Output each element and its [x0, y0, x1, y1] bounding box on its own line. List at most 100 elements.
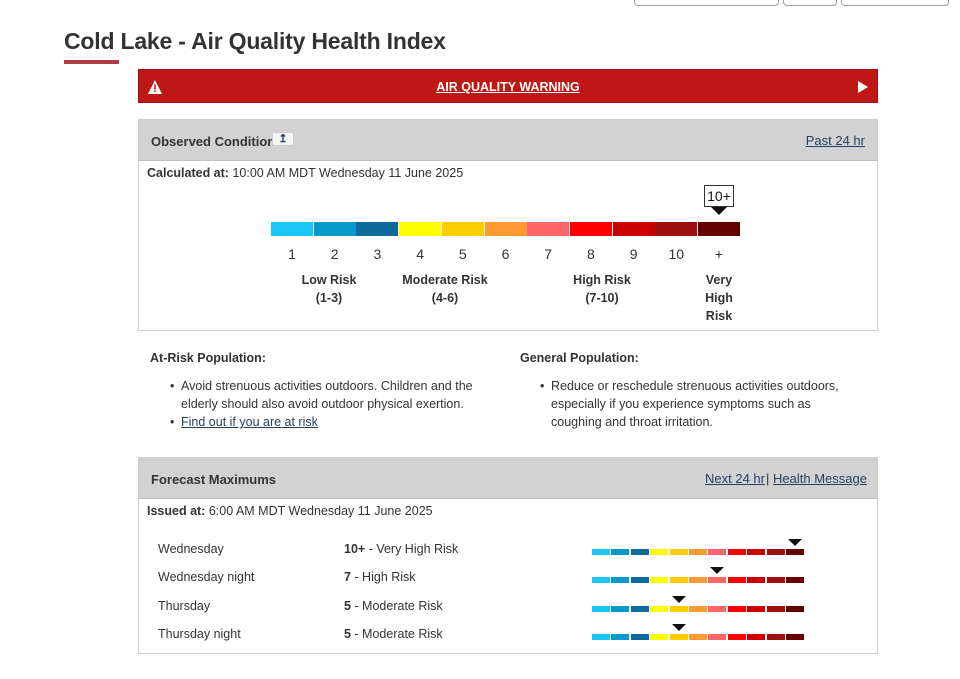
forecast-risk: - Moderate Risk: [350, 626, 443, 641]
mini-scale-segment: [747, 633, 766, 640]
high-risk-label: High Risk (7-10): [573, 273, 631, 305]
scale-number: 6: [501, 246, 510, 262]
observed-conditions-panel: Observed Conditions ↥ Past 24 hr Calcula…: [138, 119, 878, 331]
mini-scale-segment: [727, 633, 746, 640]
observed-body: Calculated at: 10:00 AM MDT Wednesday 11…: [139, 161, 877, 331]
mini-scale-segment: [727, 605, 746, 612]
past-24hr-link[interactable]: Past 24 hr: [806, 133, 865, 148]
warning-link[interactable]: AIR QUALITY WARNING: [139, 80, 877, 94]
at-risk-list: Avoid strenuous activities outdoors. Chi…: [150, 377, 500, 431]
forecast-period: Wednesday night: [158, 570, 255, 585]
mini-scale-segment: [747, 605, 766, 612]
issued-at: Issued at: 6:00 AM MDT Wednesday 11 June…: [147, 504, 433, 518]
forecast-row: Thursday night 5 - Moderate Risk: [139, 623, 879, 644]
health-message-link[interactable]: Health Message: [773, 471, 867, 486]
general-list: Reduce or reschedule strenuous activitie…: [520, 377, 870, 431]
scale-segment-10: [655, 222, 698, 236]
observed-conditions-title: Observed Conditions: [151, 134, 283, 149]
general-population: General Population: Reduce or reschedule…: [520, 351, 870, 431]
forecast-row: Wednesday night 7 - High Risk: [139, 567, 879, 587]
mini-scale-segment: [786, 577, 804, 584]
forecast-header: Forecast Maximums Next 24 hr | Health Me…: [139, 458, 877, 499]
forecast-value: 7 - High Risk: [344, 570, 416, 584]
forecast-pointer: [710, 567, 725, 575]
forecast-pointer: [671, 623, 686, 631]
general-advice: Reduce or reschedule strenuous activitie…: [520, 377, 870, 431]
scale-number: 2: [330, 246, 339, 262]
title-underline: [64, 60, 119, 64]
forecast-period: Thursday night: [158, 626, 241, 641]
mini-scale-segment: [689, 605, 707, 612]
mini-scale-segment: [689, 549, 707, 555]
mini-scale-segment: [592, 633, 610, 640]
mini-scale-segment: [766, 549, 785, 555]
issued-value: 6:00 AM MDT Wednesday 11 June 2025: [208, 504, 433, 518]
scale-number: +: [714, 246, 724, 262]
scale-segment-2: [313, 222, 356, 236]
mini-scale-segment: [708, 605, 727, 612]
forecast-period: Thursday: [158, 598, 211, 613]
next-24hr-link[interactable]: Next 24 hr: [705, 471, 765, 486]
forecast-row: Wednesday 10+ - Very High Risk: [139, 539, 879, 559]
mini-scale-segment: [611, 549, 630, 555]
general-heading: General Population:: [520, 351, 639, 365]
air-quality-warning-banner[interactable]: AIR QUALITY WARNING: [138, 69, 878, 103]
scale-segment-11: [698, 222, 740, 236]
mini-scale-segment: [669, 577, 688, 584]
scale-number: 10: [668, 246, 685, 262]
at-risk-advice: Avoid strenuous activities outdoors. Chi…: [150, 377, 500, 413]
forecast-value: 5 - Moderate Risk: [344, 599, 443, 613]
mini-scale-segment: [650, 549, 669, 555]
info-toggle-icon[interactable]: ↥: [272, 132, 294, 146]
mini-scale-segment: [592, 577, 610, 584]
play-icon[interactable]: [857, 80, 869, 94]
moderate-risk-label: Moderate Risk (4-6): [402, 273, 488, 305]
scale-segment-8: [569, 222, 612, 236]
mini-scale-segment: [786, 549, 804, 555]
at-risk-link-item: Find out if you are at risk: [150, 413, 500, 431]
mini-scale-segment: [766, 633, 785, 640]
at-risk-heading: At-Risk Population:: [150, 351, 266, 365]
mini-scale-segment: [650, 577, 669, 584]
top-control-2[interactable]: [783, 0, 837, 6]
scale-segment-5: [441, 222, 484, 236]
mini-scale-segment: [611, 605, 630, 612]
page-title: Cold Lake - Air Quality Health Index: [64, 28, 446, 54]
forecast-value: 5 - Moderate Risk: [344, 627, 443, 641]
scale-segment-9: [612, 222, 655, 236]
scale-segment-1: [271, 222, 313, 236]
mini-scale-segment: [708, 633, 727, 640]
issued-label: Issued at:: [147, 504, 206, 518]
find-out-at-risk-link[interactable]: Find out if you are at risk: [181, 415, 318, 429]
forecast-index: 5: [344, 626, 351, 641]
mini-scale-segment: [708, 549, 727, 555]
scale-number: 8: [586, 246, 595, 262]
forecast-risk: - High Risk: [350, 570, 416, 585]
forecast-value: 10+ - Very High Risk: [344, 542, 458, 556]
mini-scale-segment: [630, 605, 649, 612]
top-control-3[interactable]: [841, 0, 949, 6]
mini-scale-segment: [747, 577, 766, 584]
top-control-1[interactable]: [634, 0, 779, 6]
mini-scale-segment: [611, 577, 630, 584]
mini-scale-segment: [727, 549, 746, 555]
mini-scale-segment: [766, 577, 785, 584]
scale-segment-3: [356, 222, 399, 236]
forecast-risk: - Very High Risk: [365, 542, 459, 556]
mini-scale-segment: [689, 577, 707, 584]
forecast-index: 5: [344, 598, 351, 613]
mini-scale-segment: [727, 577, 746, 584]
scale-number: 1: [288, 246, 296, 262]
mini-scale-segment: [766, 605, 785, 612]
scale-number: 4: [416, 246, 424, 262]
forecast-index: 7: [344, 570, 351, 585]
calculated-label: Calculated at:: [147, 166, 229, 180]
scale-segment-6: [484, 222, 527, 236]
low-risk-label: Low Risk (1-3): [301, 273, 357, 305]
scale-number: 7: [544, 246, 553, 262]
scale-number: 9: [629, 246, 638, 262]
mini-scale-segment: [592, 605, 610, 612]
forecast-period: Wednesday: [158, 542, 224, 556]
forecast-maximums-panel: Forecast Maximums Next 24 hr | Health Me…: [138, 457, 878, 654]
forecast-title: Forecast Maximums: [151, 472, 276, 487]
